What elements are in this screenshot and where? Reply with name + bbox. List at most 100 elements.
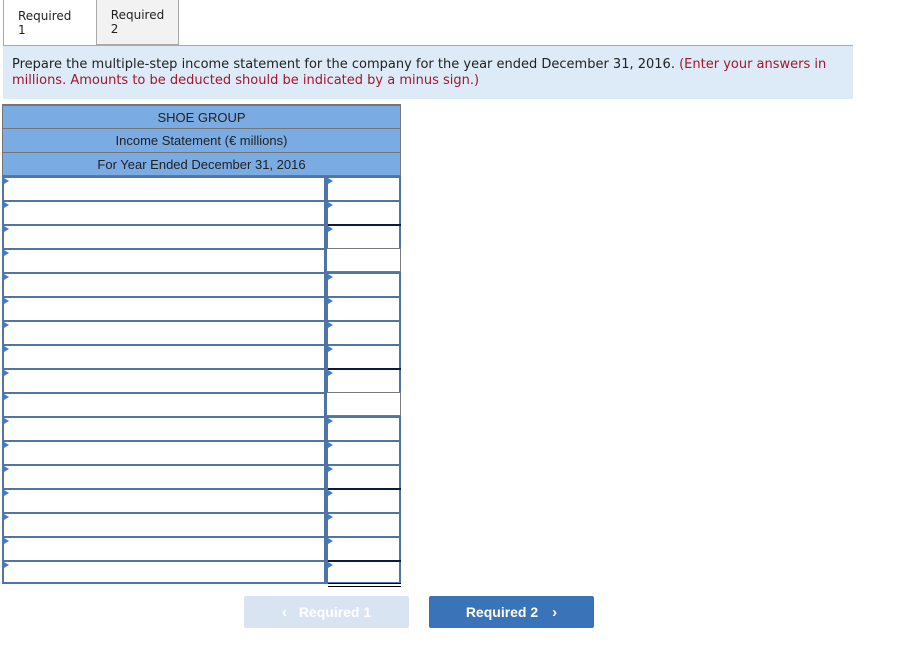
statement-row [2, 272, 401, 296]
statement-row [2, 512, 401, 536]
account-label-input[interactable] [4, 202, 324, 224]
account-label-cell[interactable] [2, 176, 326, 200]
account-label-cell[interactable] [2, 320, 326, 344]
account-label-cell[interactable] [2, 488, 326, 512]
amount-input[interactable] [328, 466, 399, 488]
account-label-input[interactable] [4, 298, 324, 320]
account-label-cell[interactable] [2, 296, 326, 320]
next-button-label: Required 2 [465, 604, 539, 620]
account-label-cell[interactable] [2, 440, 326, 464]
prev-button-label: Required 1 [298, 604, 372, 620]
account-label-input[interactable] [4, 274, 324, 296]
account-label-input[interactable] [4, 226, 324, 248]
statement-rows [2, 176, 401, 587]
account-label-cell[interactable] [2, 392, 326, 416]
next-required-2-button[interactable]: Required 2 › [429, 596, 594, 628]
chevron-left-icon: ‹ [281, 603, 287, 621]
amount-input[interactable] [328, 322, 399, 344]
statement-row [2, 224, 401, 248]
statement-row [2, 200, 401, 224]
account-label-cell[interactable] [2, 368, 326, 392]
account-label-cell[interactable] [2, 512, 326, 536]
amount-input[interactable] [328, 274, 399, 296]
tab-required-1[interactable]: Required 1 [3, 0, 97, 46]
amount-input[interactable] [328, 418, 399, 440]
amount-cell[interactable] [326, 272, 401, 296]
account-label-cell[interactable] [2, 464, 326, 488]
account-label-cell[interactable] [2, 560, 326, 584]
statement-row [2, 536, 401, 560]
account-label-cell[interactable] [2, 344, 326, 368]
statement-row [2, 248, 401, 272]
account-label-input[interactable] [4, 346, 324, 368]
statement-title: Income Statement (€ millions) [2, 128, 401, 152]
amount-input[interactable] [328, 370, 399, 392]
amount-input[interactable] [328, 538, 399, 560]
statement-row [2, 296, 401, 320]
instructions-text: Prepare the multiple-step income stateme… [12, 57, 675, 72]
amount-cell[interactable] [326, 416, 401, 440]
amount-cell[interactable] [326, 296, 401, 320]
prev-required-1-button[interactable]: ‹ Required 1 [244, 596, 409, 628]
amount-cell [326, 248, 401, 272]
account-label-cell[interactable] [2, 248, 326, 272]
account-label-input[interactable] [4, 322, 324, 344]
amount-cell [326, 392, 401, 416]
amount-cell[interactable] [326, 176, 401, 200]
amount-input[interactable] [328, 490, 399, 512]
amount-input[interactable] [328, 202, 399, 224]
account-label-input[interactable] [4, 178, 324, 200]
account-label-input[interactable] [4, 370, 324, 392]
account-label-input[interactable] [4, 250, 324, 272]
amount-input[interactable] [328, 226, 399, 248]
account-label-input[interactable] [4, 466, 324, 488]
tab-label: Required 1 [18, 9, 72, 37]
amount-cell[interactable] [326, 560, 401, 587]
statement-period: For Year Ended December 31, 2016 [2, 152, 401, 176]
company-name: SHOE GROUP [2, 104, 401, 128]
tab-bar: Required 1 Required 2 [3, 0, 179, 46]
statement-row [2, 176, 401, 200]
amount-cell[interactable] [326, 368, 401, 392]
amount-cell[interactable] [326, 440, 401, 464]
amount-cell[interactable] [326, 224, 401, 248]
account-label-cell[interactable] [2, 200, 326, 224]
income-statement-table: SHOE GROUP Income Statement (€ millions)… [2, 104, 401, 587]
amount-input[interactable] [328, 562, 399, 582]
amount-cell[interactable] [326, 464, 401, 488]
amount-cell[interactable] [326, 200, 401, 224]
statement-row [2, 344, 401, 368]
account-label-input[interactable] [4, 514, 324, 536]
amount-cell[interactable] [326, 536, 401, 560]
amount-input[interactable] [328, 442, 399, 464]
account-label-cell[interactable] [2, 536, 326, 560]
account-label-cell[interactable] [2, 224, 326, 248]
statement-row [2, 560, 401, 587]
account-label-input[interactable] [4, 442, 324, 464]
amount-cell[interactable] [326, 488, 401, 512]
statement-row [2, 320, 401, 344]
tab-required-2[interactable]: Required 2 [97, 0, 179, 45]
amount-cell[interactable] [326, 512, 401, 536]
amount-cell[interactable] [326, 320, 401, 344]
statement-row [2, 488, 401, 512]
statement-row [2, 440, 401, 464]
statement-row [2, 416, 401, 440]
amount-input[interactable] [328, 298, 399, 320]
account-label-cell[interactable] [2, 416, 326, 440]
account-label-cell[interactable] [2, 272, 326, 296]
amount-cell[interactable] [326, 344, 401, 368]
account-label-input[interactable] [4, 394, 324, 416]
statement-row [2, 464, 401, 488]
statement-row [2, 392, 401, 416]
account-label-input[interactable] [4, 562, 324, 582]
account-label-input[interactable] [4, 538, 324, 560]
account-label-input[interactable] [4, 418, 324, 440]
amount-input[interactable] [328, 514, 399, 536]
tab-label: Required 2 [110, 8, 165, 36]
amount-input[interactable] [328, 178, 399, 200]
amount-input[interactable] [328, 346, 399, 368]
statement-row [2, 368, 401, 392]
instructions-box: Prepare the multiple-step income stateme… [3, 46, 853, 99]
account-label-input[interactable] [4, 490, 324, 512]
